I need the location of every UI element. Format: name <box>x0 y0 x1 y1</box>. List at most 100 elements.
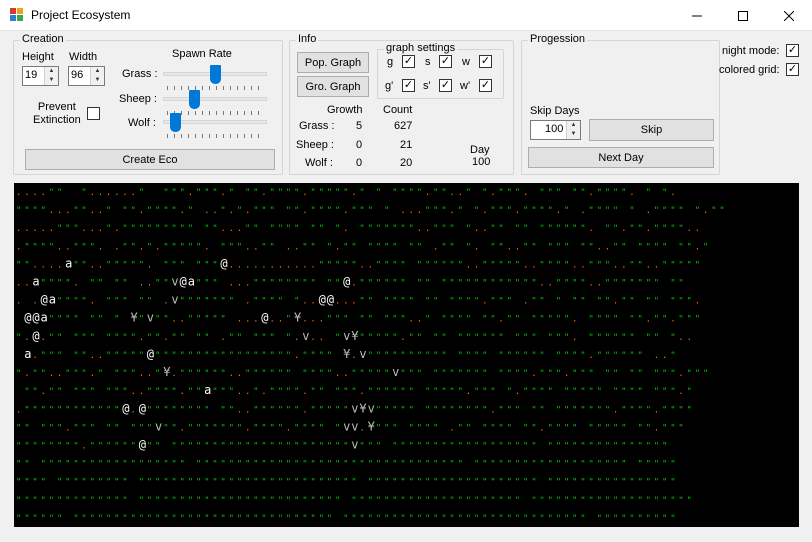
stepper-down-icon[interactable]: ▼ <box>567 130 580 139</box>
grass-cell: " <box>605 260 610 270</box>
graph-option-checkbox[interactable]: ✓ <box>479 79 492 92</box>
empty-cell: . <box>343 369 348 379</box>
skip-days-stepper[interactable]: 100 ▲ ▼ <box>530 120 581 140</box>
grass-cell: " <box>417 478 422 488</box>
stepper-up-icon[interactable]: ▲ <box>45 67 58 76</box>
graph-option-checkbox[interactable]: ✓ <box>439 79 452 92</box>
grass-cell: " <box>384 478 389 488</box>
stepper-down-icon[interactable]: ▼ <box>45 76 58 85</box>
grass-cell: " <box>16 333 21 343</box>
grass-cell: " <box>662 496 667 506</box>
grass-cell: " <box>523 242 528 252</box>
empty-cell: . <box>229 224 234 234</box>
graph-option-checkbox[interactable]: ✓ <box>402 79 415 92</box>
empty-cell: . <box>237 405 242 415</box>
grass-cell: " <box>245 514 250 524</box>
empty-cell: . <box>180 423 185 433</box>
grass-cell: " <box>588 460 593 470</box>
grass-cell: " <box>588 206 593 216</box>
grass-cell: " <box>294 206 299 216</box>
grass-cell: " <box>302 514 307 524</box>
grass-cell: " <box>81 387 86 397</box>
grass-cell: " <box>613 369 618 379</box>
slider-thumb[interactable] <box>189 90 200 109</box>
grass-cell: " <box>245 478 250 488</box>
grass-cell: " <box>588 315 593 325</box>
grass-cell: " <box>302 496 307 506</box>
grass-cell: " <box>49 442 54 452</box>
wolf-pair-cell: a <box>65 256 72 270</box>
graph-option-checkbox[interactable]: ✓ <box>402 55 415 68</box>
grass-cell: " <box>90 405 95 415</box>
graph-option-checkbox[interactable]: ✓ <box>439 55 452 68</box>
ecosystem-grid[interactable]: .... " " "...... " " " ". " " ". " " ". " " " ". " " " " ". " " "… <box>14 183 799 527</box>
wolf-rate-slider[interactable] <box>163 113 267 140</box>
grass-cell: " <box>139 260 144 270</box>
sheep-cell: v <box>155 419 162 433</box>
empty-cell: . <box>220 188 225 198</box>
grass-cell: " <box>163 188 168 198</box>
height-stepper[interactable]: 19 ▲ ▼ <box>22 66 59 86</box>
night-mode-checkbox[interactable]: ✓ <box>786 44 799 57</box>
slider-thumb[interactable] <box>170 113 181 132</box>
grass-rate-slider[interactable] <box>163 65 267 92</box>
slider-thumb[interactable] <box>210 65 221 84</box>
grass-cell: " <box>441 333 446 343</box>
empty-cell: . <box>343 297 348 307</box>
grass-cell: " <box>57 279 62 289</box>
grass-cell: " <box>270 297 275 307</box>
grass-cell: " <box>188 387 193 397</box>
grass-cell: " <box>32 387 37 397</box>
prevent-extinction-checkbox[interactable] <box>87 107 100 120</box>
grass-cell: " <box>368 369 373 379</box>
grass-cell: " <box>278 496 283 506</box>
grass-cell: " <box>409 405 414 415</box>
empty-cell: . <box>302 297 307 307</box>
grass-cell: " <box>678 260 683 270</box>
gro-graph-button[interactable]: Gro. Graph <box>297 76 369 97</box>
empty-cell: . <box>139 206 144 216</box>
grass-cell: " <box>498 423 503 433</box>
grass-cell: " <box>621 279 626 289</box>
close-button[interactable] <box>766 0 812 31</box>
create-eco-button[interactable]: Create Eco <box>25 149 275 170</box>
wolf-cell: @ <box>319 293 326 307</box>
width-stepper[interactable]: 96 ▲ ▼ <box>68 66 105 86</box>
grass-cell: " <box>368 351 373 361</box>
maximize-button[interactable] <box>720 0 766 31</box>
stepper-up-icon[interactable]: ▲ <box>567 121 580 130</box>
grass-cell: " <box>629 496 634 506</box>
graph-option-checkbox[interactable]: ✓ <box>479 55 492 68</box>
colored-grid-checkbox[interactable]: ✓ <box>786 63 799 76</box>
sheep-cell: v <box>351 419 358 433</box>
grass-cell: " <box>220 315 225 325</box>
grass-cell: " <box>588 260 593 270</box>
grass-cell: " <box>588 369 593 379</box>
grass-cell: " <box>597 442 602 452</box>
grass-cell: " <box>629 369 634 379</box>
grass-cell: " <box>564 242 569 252</box>
empty-cell: . <box>335 297 340 307</box>
stepper-down-icon[interactable]: ▼ <box>91 76 104 85</box>
grass-cell: " <box>90 496 95 506</box>
skip-button[interactable]: Skip <box>589 119 714 141</box>
grass-cell: " <box>81 188 86 198</box>
grass-cell: " <box>310 188 315 198</box>
grass-cell: " <box>73 351 78 361</box>
grass-cell: " <box>278 224 283 234</box>
grass-cell: " <box>310 206 315 216</box>
grass-cell: " <box>605 405 610 415</box>
grass-cell: " <box>498 206 503 216</box>
next-day-button[interactable]: Next Day <box>528 147 714 168</box>
grass-cell: " <box>687 387 692 397</box>
grass-cell: " <box>41 242 46 252</box>
grass-cell: " <box>597 460 602 470</box>
stepper-up-icon[interactable]: ▲ <box>91 67 104 76</box>
empty-cell: . <box>49 224 54 234</box>
grass-cell: " <box>613 188 618 198</box>
empty-cell: . <box>229 206 234 216</box>
empty-cell: . <box>678 333 683 343</box>
pop-graph-button[interactable]: Pop. Graph <box>297 52 369 73</box>
grass-cell: " <box>131 442 136 452</box>
minimize-button[interactable] <box>674 0 720 31</box>
